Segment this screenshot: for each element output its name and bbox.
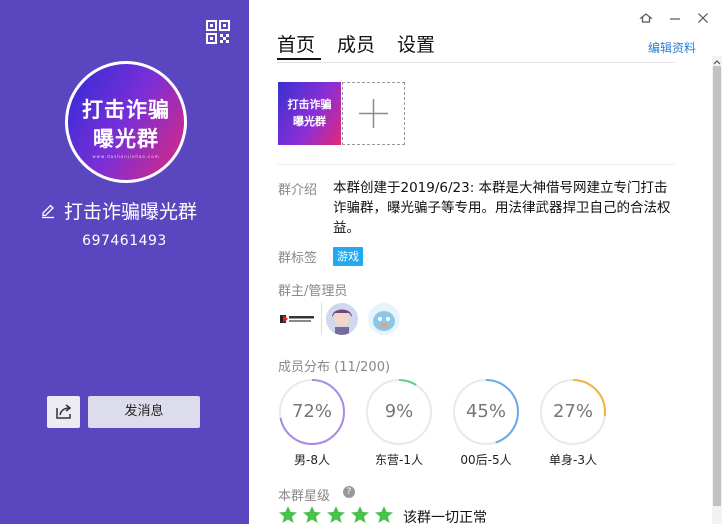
plus-icon [359, 99, 388, 128]
photo-text-line2: 曝光群 [293, 115, 326, 128]
star-icon [375, 506, 393, 523]
avatar-small-text: www.dashenjiehao.com [92, 154, 160, 159]
scrollbar-thumb[interactable] [713, 66, 721, 506]
group-avatar-image: 打击诈骗 曝光群 www.dashenjiehao.com [68, 64, 184, 180]
ring-gender-label: 男-8人 [294, 453, 330, 467]
tabs-divider [277, 62, 675, 63]
send-message-button[interactable]: 发消息 [88, 396, 200, 428]
avatar-text-line1: 打击诈骗 [82, 98, 170, 122]
admin-avatar-2[interactable] [368, 303, 400, 335]
ring-age-label: 00后-5人 [460, 453, 512, 467]
scrollbar[interactable] [712, 56, 722, 524]
ring-single-percent: 27% [552, 401, 593, 422]
admin-separator [321, 303, 322, 335]
rating-label: 本群星级 [278, 489, 331, 504]
ring-region-label: 东营-1人 [375, 453, 423, 467]
star-icon [279, 506, 297, 523]
section-divider [278, 164, 675, 165]
qrcode-icon[interactable] [206, 20, 230, 44]
edit-icon[interactable] [40, 203, 56, 219]
group-avatar[interactable]: 打击诈骗 曝光群 www.dashenjiehao.com [65, 61, 187, 183]
help-icon[interactable]: ? [343, 486, 355, 498]
active-tab-indicator [277, 58, 321, 60]
group-photo[interactable]: 打击诈骗 曝光群 [278, 82, 341, 145]
admin-avatar-1[interactable] [326, 303, 358, 335]
ring-single-label: 单身-3人 [549, 453, 597, 467]
rating-status: 该群一切正常 [403, 510, 487, 526]
add-photo-button[interactable] [342, 82, 405, 145]
star-icon [303, 506, 321, 523]
photo-text-line1: 打击诈骗 [287, 98, 332, 111]
intro-text: 本群创建于2019/6/23: 本群是大神借号网建立专门打击诈骗群，曝光骗子等专… [333, 180, 671, 236]
distribution-label: 成员分布 (11/200) [278, 356, 390, 375]
ring-age-percent: 45% [465, 401, 506, 422]
group-id: 697461493 [82, 233, 167, 249]
tab-members[interactable]: 成员 [337, 30, 375, 57]
star-icon [327, 506, 345, 523]
avatar-text-line2: 曝光群 [93, 127, 159, 151]
distribution-title: 成员分布 [278, 360, 331, 375]
tab-settings[interactable]: 设置 [397, 30, 435, 57]
close-icon[interactable] [695, 10, 711, 26]
scroll-up-arrow-icon[interactable] [712, 58, 722, 66]
admins-label: 群主/管理员 [278, 284, 348, 299]
share-button[interactable] [47, 396, 80, 428]
profile-panel: 打击诈骗 曝光群 www.dashenjiehao.com 打击诈骗曝光群 69… [0, 0, 249, 524]
star-icon [351, 506, 369, 523]
intro-label: 群介绍 [278, 183, 318, 198]
skin-icon[interactable] [638, 10, 654, 26]
ring-region-percent: 9% [384, 401, 414, 422]
share-icon [56, 404, 72, 419]
ring-gender-percent: 72% [291, 401, 332, 422]
tab-home[interactable]: 首页 [277, 30, 315, 57]
edit-profile-link[interactable]: 编辑资料 [648, 39, 696, 56]
tags-label: 群标签 [278, 251, 318, 266]
distribution-count: (11/200) [334, 360, 391, 375]
tag-game[interactable]: 游戏 [333, 247, 363, 266]
minimize-icon[interactable] [667, 10, 683, 26]
group-name: 打击诈骗曝光群 [64, 201, 198, 223]
group-name-row[interactable]: 打击诈骗曝光群 [40, 197, 220, 225]
owner-avatar[interactable] [278, 303, 316, 335]
info-panel: 首页 成员 设置 编辑资料 打击诈骗 曝光群 群介绍 本群创建于2019/6/2… [249, 0, 724, 526]
